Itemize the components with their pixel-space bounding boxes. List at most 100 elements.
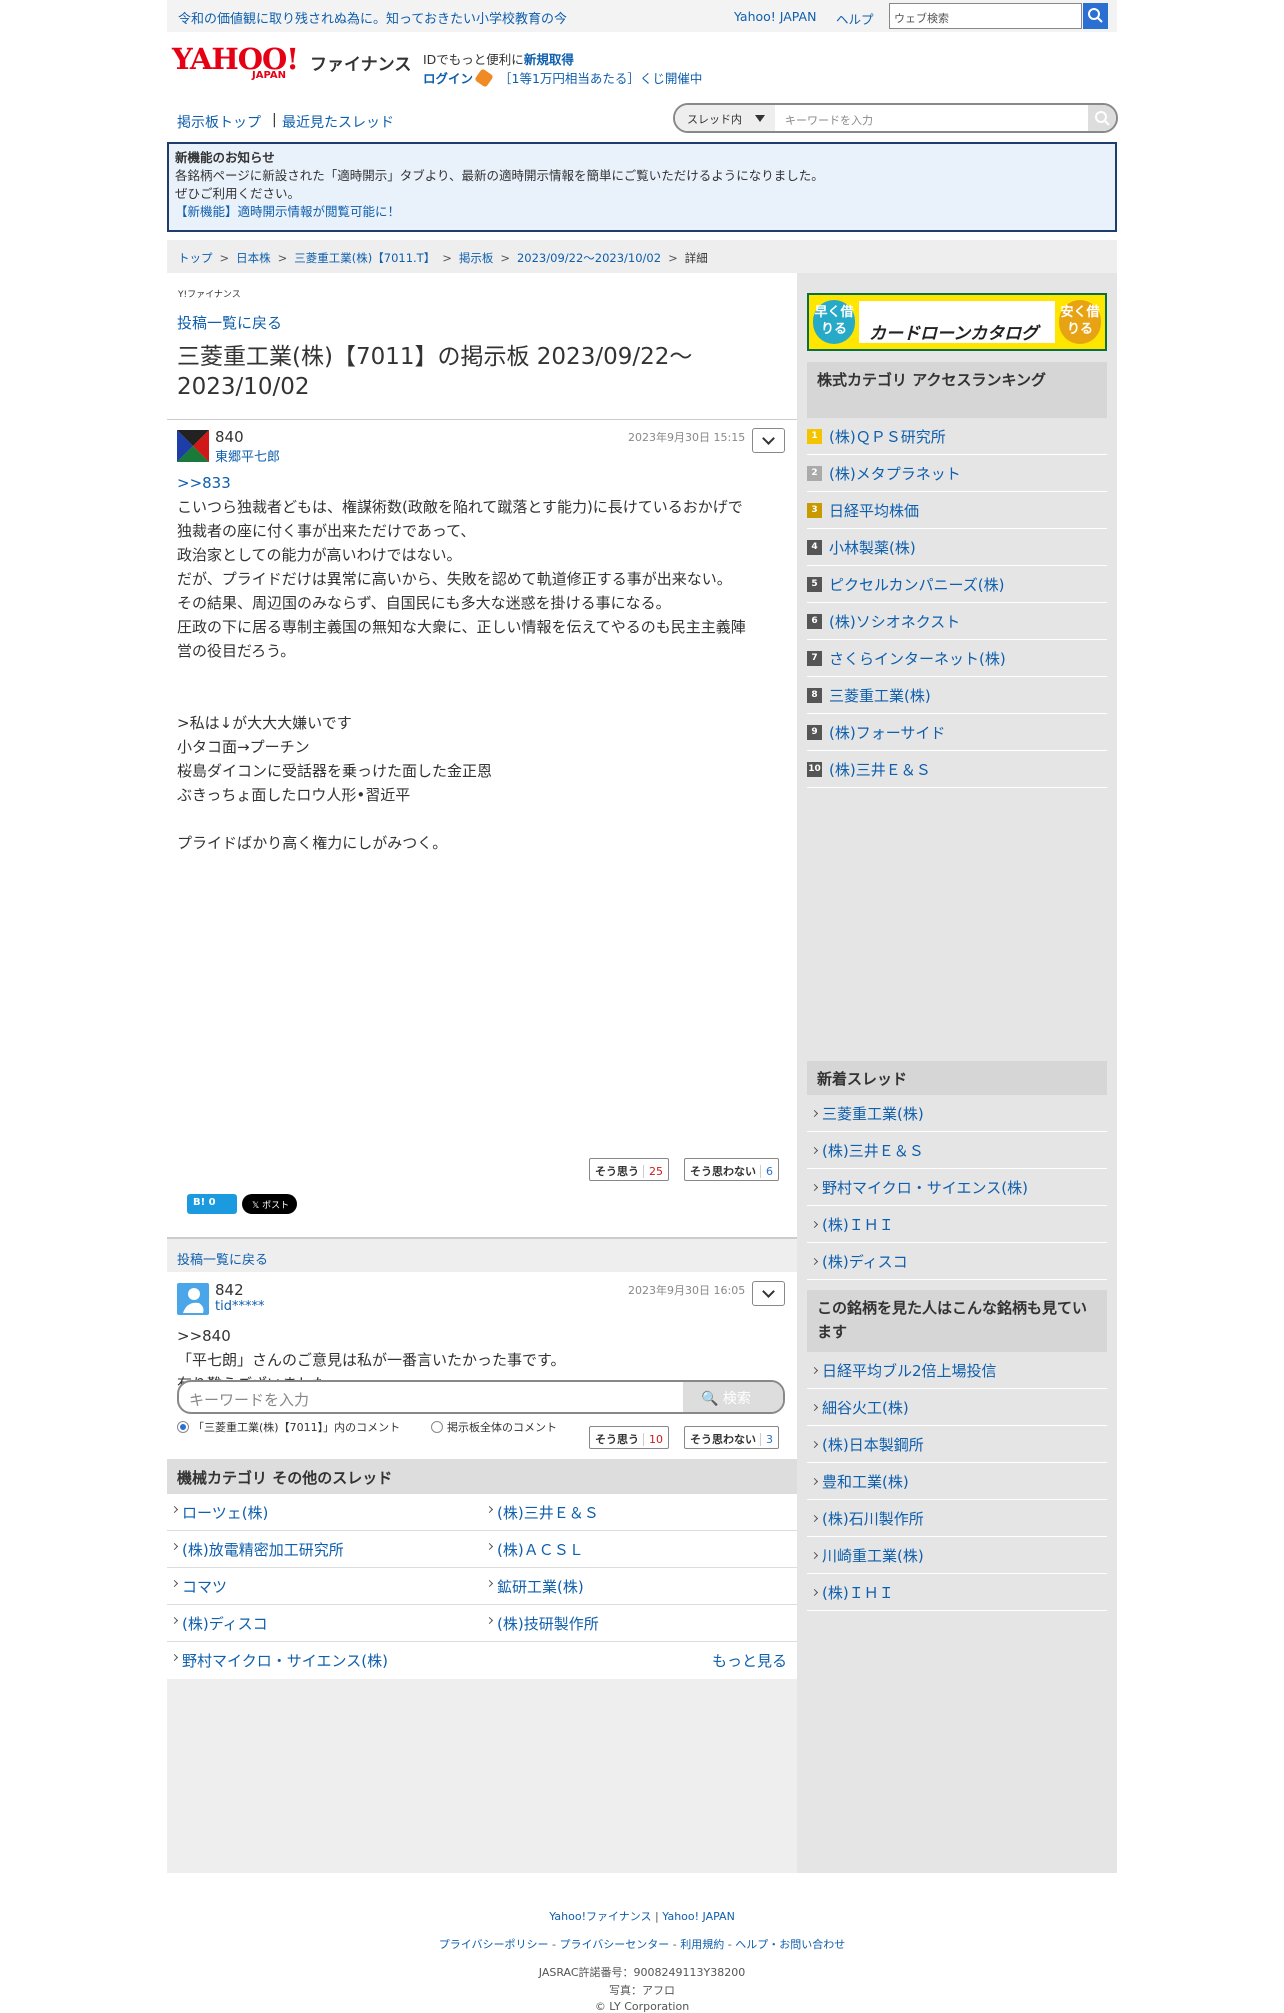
other-thread-link[interactable]: ローツェ(株) bbox=[182, 1502, 268, 1523]
top-news-link[interactable]: 令和の価値観に取り残されぬ為に。知っておきたい小学校教育の今 bbox=[178, 8, 567, 27]
help-contact-link[interactable]: ヘルプ・お問い合わせ bbox=[735, 1938, 845, 1951]
post-reply-link[interactable]: >>833 bbox=[177, 471, 787, 495]
sidebar-thread-link[interactable]: 野村マイクロ・サイエンス(株) bbox=[807, 1169, 1107, 1206]
back-to-list-link[interactable]: 投稿一覧に戻る bbox=[177, 312, 282, 333]
radio-unchecked-icon bbox=[431, 1421, 443, 1433]
crumb-japan-stocks[interactable]: 日本株 bbox=[236, 251, 271, 265]
yahoo-logo[interactable]: YAHOO! JAPAN bbox=[172, 44, 307, 84]
other-thread-link[interactable]: 鉱研工業(株) bbox=[497, 1576, 584, 1597]
board-top-link[interactable]: 掲示板トップ bbox=[177, 112, 261, 132]
disagree-button[interactable]: そう思わない 3 bbox=[684, 1426, 779, 1449]
search-icon: 🔍 bbox=[701, 1391, 719, 1407]
hammer-icon bbox=[474, 68, 494, 88]
campaign-link[interactable]: ［1等1万円相当あたる］くじ開催中 bbox=[499, 71, 702, 86]
crumb-top[interactable]: トップ bbox=[178, 251, 213, 265]
sidebar-thread-link[interactable]: 日経平均ブル2倍上場投信 bbox=[807, 1352, 1107, 1389]
ranking-item[interactable]: 8 三菱重工業(株) bbox=[807, 677, 1107, 714]
web-search-button[interactable] bbox=[1083, 3, 1108, 29]
ranking-item[interactable]: 7 さくらインターネット(株) bbox=[807, 640, 1107, 677]
top-bar: 令和の価値観に取り残されぬ為に。知っておきたい小学校教育の今 Yahoo! JA… bbox=[167, 0, 1117, 32]
help-link[interactable]: ヘルプ bbox=[836, 9, 874, 28]
radio-all-comments[interactable]: 掲示板全体のコメント bbox=[431, 1419, 557, 1435]
id-promo: IDでもっと便利に新規取得 bbox=[423, 49, 574, 68]
disagree-label: そう思わない bbox=[690, 1433, 756, 1446]
radio-thread-label: 「三菱重工業(株)【7011】」内のコメント bbox=[193, 1421, 401, 1434]
recent-threads-link[interactable]: 最近見たスレッド bbox=[282, 112, 394, 132]
sidebar-thread-link[interactable]: (株)ＩＨＩ bbox=[807, 1206, 1107, 1243]
sidebar-thread-link[interactable]: (株)ディスコ bbox=[807, 1243, 1107, 1280]
footer-finance-link[interactable]: Yahoo!ファイナンス bbox=[549, 1910, 651, 1923]
rank-badge: 6 bbox=[807, 614, 822, 629]
post-author[interactable]: 東郷平七郎 bbox=[215, 446, 280, 465]
crumb-period[interactable]: 2023/09/22〜2023/10/02 bbox=[517, 251, 661, 265]
privacy-center-link[interactable]: プライバシーセンター bbox=[560, 1938, 670, 1951]
sidebar-thread-link[interactable]: (株)日本製鋼所 bbox=[807, 1426, 1107, 1463]
signup-link[interactable]: 新規取得 bbox=[524, 52, 574, 67]
footer-yj-link[interactable]: Yahoo! JAPAN bbox=[662, 1910, 735, 1923]
terms-link[interactable]: 利用規約 bbox=[680, 1938, 724, 1951]
crumb-detail: 詳細 bbox=[684, 251, 708, 265]
agree-button[interactable]: そう思う 10 bbox=[589, 1426, 669, 1449]
search-icon bbox=[1088, 8, 1103, 23]
x-post-button[interactable]: 𝕏 ポスト bbox=[242, 1194, 297, 1214]
crumb-board[interactable]: 掲示板 bbox=[459, 251, 494, 265]
agree-count: 10 bbox=[643, 1433, 663, 1446]
other-threads-heading: 機械カテゴリ その他のスレッド bbox=[167, 1459, 797, 1494]
other-thread-link[interactable]: (株)ＡＣＳＬ bbox=[497, 1539, 584, 1560]
sidebar-thread-link[interactable]: (株)ＩＨＩ bbox=[807, 1574, 1107, 1611]
sidebar-thread-link[interactable]: 三菱重工業(株) bbox=[807, 1095, 1107, 1132]
ranking-item[interactable]: 2 (株)メタプラネット bbox=[807, 455, 1107, 492]
privacy-policy-link[interactable]: プライバシーポリシー bbox=[439, 1938, 549, 1951]
login-link[interactable]: ログイン bbox=[423, 71, 473, 86]
radio-thread-comments[interactable]: 「三菱重工業(株)【7011】」内のコメント bbox=[177, 1419, 400, 1435]
notice-box: 新機能のお知らせ 各銘柄ページに新設された「適時開示」タブより、最新の適時開示情… bbox=[167, 142, 1117, 232]
sidebar-thread-link[interactable]: (株)三井Ｅ＆Ｓ bbox=[807, 1132, 1107, 1169]
web-search-input[interactable]: ウェブ検索 bbox=[889, 3, 1082, 29]
other-thread-link[interactable]: コマツ bbox=[182, 1576, 227, 1597]
sidebar-thread-link[interactable]: (株)石川製作所 bbox=[807, 1500, 1107, 1537]
comment-search-button[interactable]: 🔍 検索 bbox=[683, 1382, 783, 1412]
chevron-down-icon bbox=[762, 1285, 775, 1298]
rank-badge: 3 bbox=[807, 503, 822, 518]
ranking-item[interactable]: 1 (株)ＱＰＳ研究所 bbox=[807, 418, 1107, 455]
post-menu-button[interactable] bbox=[752, 1281, 785, 1306]
scope-select[interactable]: スレッド内 bbox=[675, 105, 775, 131]
ranking-item[interactable]: 6 (株)ソシオネクスト bbox=[807, 603, 1107, 640]
disagree-button[interactable]: そう思わない 6 bbox=[684, 1158, 779, 1181]
footer-dash: - bbox=[672, 1938, 677, 1951]
sidebar-thread-link[interactable]: 豊和工業(株) bbox=[807, 1463, 1107, 1500]
yahoo-japan-link[interactable]: Yahoo! JAPAN bbox=[734, 9, 816, 24]
ranking-item[interactable]: 5 ピクセルカンパニーズ(株) bbox=[807, 566, 1107, 603]
sidebar-thread-link[interactable]: 細谷火工(株) bbox=[807, 1389, 1107, 1426]
sidebar-thread-link[interactable]: 川崎重工業(株) bbox=[807, 1537, 1107, 1574]
ranking-item-label: 三菱重工業(株) bbox=[829, 687, 931, 705]
post-author[interactable]: tid***** bbox=[215, 1299, 264, 1314]
comment-search-input[interactable]: キーワードを入力 bbox=[189, 1389, 309, 1410]
more-link[interactable]: もっと見る bbox=[712, 1650, 787, 1671]
ranking-item-label: (株)ソシオネクスト bbox=[829, 613, 961, 631]
other-thread-link[interactable]: 野村マイクロ・サイエンス(株) bbox=[182, 1650, 388, 1671]
other-thread-link[interactable]: (株)放電精密加工研究所 bbox=[182, 1539, 344, 1560]
page-title: 三菱重工業(株)【7011】の掲示板 2023/09/22〜2023/10/02 bbox=[177, 344, 693, 400]
card-loan-ad[interactable]: 早く借りる カードローンカタログ 安く借りる bbox=[807, 293, 1107, 351]
ranking-item[interactable]: 10 (株)三井Ｅ＆Ｓ bbox=[807, 751, 1107, 788]
main-bottom-space bbox=[167, 1679, 797, 1873]
board-search-input[interactable]: キーワードを入力 bbox=[785, 112, 873, 128]
board-search-button[interactable] bbox=[1088, 105, 1116, 131]
other-thread-link[interactable]: (株)技研製作所 bbox=[497, 1613, 599, 1634]
ranking-item[interactable]: 9 (株)フォーサイド bbox=[807, 714, 1107, 751]
notice-link[interactable]: 【新機能】適時開示情報が閲覧可能に！ bbox=[175, 203, 1109, 221]
ranking-item[interactable]: 4 小林製薬(株) bbox=[807, 529, 1107, 566]
other-thread-link[interactable]: (株)三井Ｅ＆Ｓ bbox=[497, 1502, 599, 1523]
other-thread-link[interactable]: (株)ディスコ bbox=[182, 1613, 268, 1634]
crumb-stock[interactable]: 三菱重工業(株)【7011.T】 bbox=[294, 251, 435, 265]
finance-label: ファイナンス bbox=[310, 55, 412, 75]
other-thread-row: (株)放電精密加工研究所 (株)ＡＣＳＬ bbox=[167, 1531, 797, 1568]
hatena-bookmark-button[interactable]: B! 0 bbox=[187, 1194, 237, 1214]
reply-anchor[interactable]: >>833 bbox=[177, 474, 231, 492]
ranking-item[interactable]: 3 日経平均株価 bbox=[807, 492, 1107, 529]
back-to-list-bar[interactable]: 投稿一覧に戻る bbox=[167, 1237, 797, 1272]
post-menu-button[interactable] bbox=[752, 428, 785, 453]
agree-button[interactable]: そう思う 25 bbox=[589, 1158, 669, 1181]
radio-all-label: 掲示板全体のコメント bbox=[447, 1421, 557, 1434]
